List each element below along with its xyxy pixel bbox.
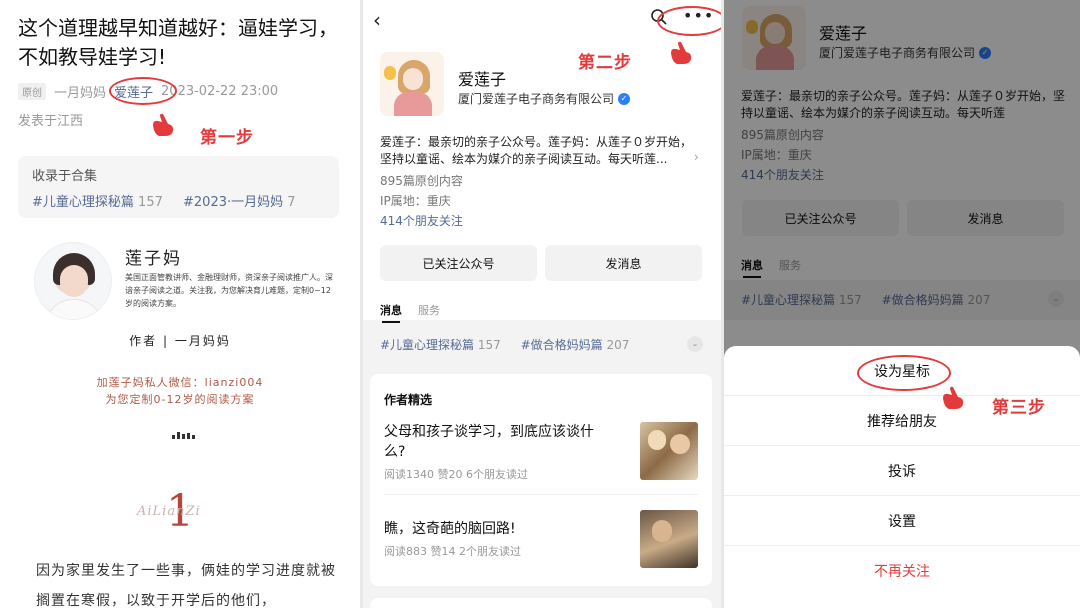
annotation-circle <box>657 6 721 36</box>
collection-box: 收录于合集 #儿童心理探秘篇 157 #2023·一月妈妈 7 <box>18 156 339 218</box>
collection-count: 157 <box>477 338 501 352</box>
company-name: 厦门爱莲子电子商务有限公司 <box>458 92 615 106</box>
account-avatar <box>380 52 444 116</box>
article-title: 这个道理越早知道越好：逼娃学习，不如教导娃学习! <box>18 16 338 69</box>
collection-count: 7 <box>287 195 296 210</box>
wechat-promo-sub: 为您定制0-12岁的阅读方案 <box>105 393 255 406</box>
friends-following[interactable]: 414个朋友关注 <box>380 212 463 229</box>
publish-date: 2023-02-22 23:00 <box>161 84 279 99</box>
pointer-hand-icon <box>940 385 966 411</box>
verified-check-icon: ✓ <box>618 92 631 105</box>
send-message-button[interactable]: 发消息 <box>545 245 702 281</box>
action-sheet-panel: 爱莲子 厦门爱莲子电子商务有限公司 ✓ 爱莲子：最亲切的亲子公众号。莲子妈：从莲… <box>724 0 1080 608</box>
article-title[interactable]: 瞧，这奇葩的脑回路! <box>384 519 614 539</box>
collection-label: 收录于合集 <box>32 169 98 184</box>
pointer-hand-icon <box>668 40 694 66</box>
tab-messages[interactable]: 消息 <box>380 302 402 323</box>
tab-services[interactable]: 服务 <box>418 302 440 318</box>
annotation-circle <box>857 355 951 391</box>
step-label: 第二步 <box>578 53 632 73</box>
article-body: 因为家里发生了一些事，俩娃的学习进度就被搁置在寒假，以致于开学后的他们， <box>36 563 336 608</box>
collection-tag[interactable]: #做合格妈妈篇 <box>521 338 603 352</box>
publish-location: 发表于江西 <box>18 114 84 129</box>
step-label: 第三步 <box>992 398 1046 418</box>
account-profile-panel: ‹ ••• 爱莲子 厦门爱莲子电子商务有限公司 ✓ 爱莲子：最亲切的亲子公众号。… <box>363 0 721 608</box>
profile-tabs: 消息 服务 <box>380 302 440 323</box>
collection-tag[interactable]: #2023·一月妈妈 <box>183 195 283 210</box>
author-bio: 美国正面管教讲师、金融理财师，资深亲子阅读推广人。深谙亲子阅读之道。关注我，为您… <box>125 273 333 308</box>
author-name: 莲子妈 <box>125 249 182 269</box>
section-script: AiLianZi <box>137 504 201 519</box>
article-meta: 阅读883 赞14 2个朋友读过 <box>384 545 521 558</box>
step-label: 第一步 <box>200 128 254 148</box>
article-count: 895篇原创内容 <box>380 174 463 188</box>
collection-row: #儿童心理探秘篇 157 #做合格妈妈篇 207 ⌄ <box>363 325 721 365</box>
card-heading: 作者精选 <box>384 393 433 407</box>
featured-articles-card: 作者精选 父母和孩子谈学习，到底应该谈什么? 阅读1340 赞20 6个朋友读过… <box>370 374 712 586</box>
collection-count: 157 <box>138 195 163 210</box>
collection-count: 207 <box>606 338 630 352</box>
account-description[interactable]: 爱莲子：最亲切的亲子公众号。莲子妈：从莲子０岁开始，坚持以童谣、绘本为媒介的亲子… <box>380 134 698 168</box>
chevron-right-icon[interactable]: › <box>694 150 699 164</box>
collection-row: #儿童心理探秘篇 157 #2023·一月妈妈 7 <box>32 191 325 210</box>
collection-tag[interactable]: #儿童心理探秘篇 <box>32 195 134 210</box>
ip-location: IP属地：重庆 <box>380 194 451 208</box>
collection-tag[interactable]: #儿童心理探秘篇 <box>380 338 474 352</box>
author-byline: 作者 | 一月妈妈 <box>129 334 231 348</box>
wechat-promo: 加莲子妈私人微信：lianzi004 <box>96 376 264 389</box>
article-title[interactable]: 父母和孩子谈学习，到底应该谈什么? <box>384 422 614 462</box>
author-photo <box>34 242 112 320</box>
author-short: 一月妈妈 <box>54 86 107 101</box>
back-arrow-icon[interactable]: ‹ <box>373 8 381 32</box>
settings-option[interactable]: 设置 <box>724 496 1080 546</box>
divider <box>384 494 698 495</box>
article-thumbnail[interactable] <box>640 422 698 480</box>
account-name: 爱莲子 <box>458 70 507 89</box>
article-panel: 这个道理越早知道越好：逼娃学习，不如教导娃学习! 原创 一月妈妈 爱莲子 202… <box>0 0 360 608</box>
unfollow-option[interactable]: 不再关注 <box>724 546 1080 596</box>
original-tag: 原创 <box>18 83 46 100</box>
divider-bars-icon <box>172 432 195 439</box>
chevron-down-icon[interactable]: ⌄ <box>687 336 703 352</box>
account-company: 厦门爱莲子电子商务有限公司 ✓ <box>458 90 631 107</box>
next-card <box>370 598 712 608</box>
pointer-hand-icon <box>150 112 176 138</box>
followed-button[interactable]: 已关注公众号 <box>380 245 537 281</box>
article-thumbnail[interactable] <box>640 510 698 568</box>
article-meta: 阅读1340 赞20 6个朋友读过 <box>384 468 528 481</box>
annotation-circle <box>109 77 177 105</box>
report-option[interactable]: 投诉 <box>724 446 1080 496</box>
